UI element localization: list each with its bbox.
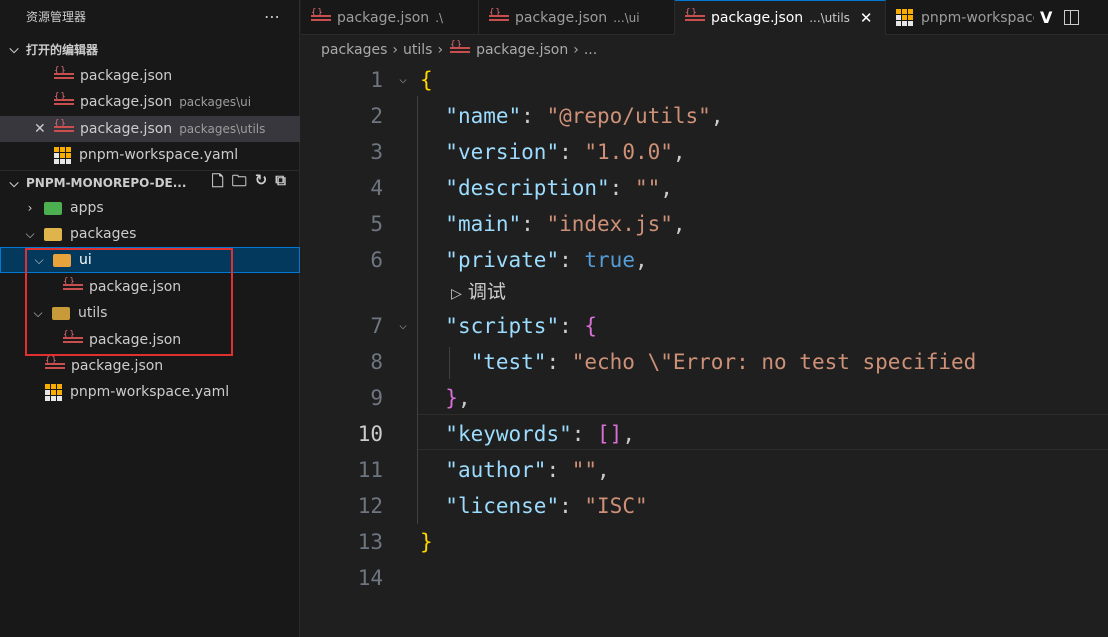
pnpm-icon — [45, 383, 62, 401]
code-line-7: "scripts": { — [445, 314, 598, 338]
chevron-right-icon: › — [437, 42, 444, 58]
chevron-down-icon: ⌵ — [34, 252, 44, 267]
json-file-icon — [54, 92, 74, 107]
open-editor-item[interactable]: pnpm-workspace.yaml — [0, 142, 300, 168]
play-icon: ▷ — [451, 286, 462, 302]
line-number: 5 — [370, 212, 383, 236]
code-line-9: }, — [445, 386, 471, 410]
folder-utils-icon — [52, 306, 70, 320]
tree-file-utils-package-json[interactable]: package.json — [0, 327, 300, 353]
new-folder-icon[interactable]: 🗀 — [232, 171, 247, 196]
tab-package-json-ui[interactable]: package.json ...\ui — [479, 0, 675, 35]
code-line-2: "name": "@repo/utils", — [445, 104, 724, 128]
chevron-right-icon: › — [573, 42, 579, 58]
tab-package-json-root[interactable]: package.json .\ — [301, 0, 479, 35]
breadcrumb-item[interactable]: packages — [321, 42, 387, 58]
code-line-8: "test": "echo \"Error: no test specified — [470, 350, 977, 374]
code-line-1: { — [420, 68, 433, 92]
line-number: 4 — [370, 176, 383, 200]
open-editors-label: 打开的编辑器 — [26, 42, 99, 57]
line-number: 6 — [370, 248, 383, 272]
chevron-down-icon: ⌵ — [9, 41, 19, 56]
line-number: 2 — [370, 104, 383, 128]
line-number: 13 — [357, 530, 383, 554]
code-line-13: } — [420, 530, 433, 554]
tree-folder-utils[interactable]: ⌵ utils — [0, 300, 300, 326]
tree-folder-packages[interactable]: ⌵ packages — [0, 221, 300, 247]
tab-overflow-label[interactable]: V — [1040, 8, 1052, 27]
explorer-title: 资源管理器 — [26, 9, 87, 24]
folder-ui-icon — [53, 253, 71, 267]
json-file-icon — [489, 8, 509, 23]
explorer-sidebar: 资源管理器 ⋯ ⌵ 打开的编辑器 package.json package.js… — [0, 0, 300, 637]
breadcrumb-item[interactable]: ... — [584, 42, 597, 58]
folder-apps-icon — [44, 201, 62, 215]
workspace-section-header[interactable]: ⌵ PNPM-MONOREPO-DE... 🗋 🗀 ↻ ⧉ — [0, 170, 300, 195]
tab-pnpm-workspace[interactable]: pnpm-workspace.yaml — [886, 0, 1034, 35]
chevron-right-icon: › — [392, 42, 399, 58]
split-editor-icon[interactable] — [1064, 9, 1080, 25]
open-editors-section-header[interactable]: ⌵ 打开的编辑器 — [0, 37, 300, 61]
code-line-10: "keywords": [], — [445, 422, 635, 446]
chevron-right-icon: › — [27, 201, 33, 215]
tree-folder-apps[interactable]: › apps — [0, 195, 300, 221]
json-file-icon — [311, 8, 331, 23]
json-file-icon — [45, 356, 65, 371]
code-editor[interactable]: 1 2 3 4 5 6 7 8 9 10 11 12 13 14 ⌵ ⌵ { "… — [301, 62, 1108, 637]
workspace-actions: 🗋 🗀 ↻ ⧉ — [212, 171, 286, 196]
new-file-icon[interactable]: 🗋 — [212, 171, 224, 196]
breadcrumb: packages › utils › package.json › ... — [321, 38, 597, 62]
open-editor-item-active[interactable]: ✕ package.json packages\utils — [0, 116, 300, 142]
json-file-icon — [63, 277, 83, 292]
json-file-icon — [54, 66, 74, 81]
chevron-down-icon: ⌵ — [33, 305, 43, 320]
pnpm-icon — [896, 9, 913, 26]
tree-folder-ui[interactable]: ⌵ ui — [0, 247, 300, 273]
tab-bar-actions: V — [1034, 0, 1080, 34]
pnpm-icon — [54, 146, 71, 164]
line-number: 14 — [357, 566, 383, 590]
open-editor-item[interactable]: package.json — [0, 63, 300, 89]
code-line-4: "description": "", — [445, 176, 673, 200]
json-file-icon — [63, 330, 83, 345]
json-file-icon — [450, 40, 471, 55]
code-line-6: "private": true, — [445, 248, 648, 272]
tab-package-json-utils-active[interactable]: package.json ...\utils ✕ — [675, 0, 886, 35]
ellipsis-icon[interactable]: ⋯ — [264, 7, 281, 26]
folder-packages-icon — [44, 227, 62, 241]
indent-guide — [417, 96, 418, 524]
tree-file-ui-package-json[interactable]: package.json — [0, 274, 300, 300]
tree-file-root-package-json[interactable]: package.json — [0, 353, 300, 379]
tab-close-icon[interactable]: ✕ — [860, 9, 873, 27]
workspace-label: PNPM-MONOREPO-DE... — [26, 176, 187, 190]
open-editor-item[interactable]: package.json packages\ui — [0, 89, 300, 115]
chevron-down-icon: ⌵ — [9, 175, 19, 190]
json-file-icon — [685, 8, 705, 23]
close-icon[interactable]: ✕ — [34, 121, 48, 137]
fold-chevron-icon[interactable]: ⌵ — [393, 62, 413, 98]
json-file-icon — [54, 119, 74, 134]
editor-tab-bar: package.json .\ package.json ...\ui pack… — [301, 0, 1108, 35]
fold-chevron-icon[interactable]: ⌵ — [393, 308, 413, 344]
line-number: 8 — [370, 350, 383, 374]
line-number: 12 — [357, 494, 383, 518]
breadcrumb-item[interactable]: utils — [403, 42, 432, 58]
line-number: 9 — [370, 386, 383, 410]
line-number-current: 10 — [357, 422, 383, 446]
code-line-11: "author": "", — [445, 458, 610, 482]
tree-file-pnpm-workspace[interactable]: pnpm-workspace.yaml — [0, 379, 300, 405]
debug-codelens[interactable]: ▷ 调试 — [451, 278, 506, 306]
explorer-header: 资源管理器 ⋯ — [0, 0, 299, 32]
refresh-icon[interactable]: ↻ — [255, 171, 268, 196]
code-line-3: "version": "1.0.0", — [445, 140, 686, 164]
chevron-down-icon: ⌵ — [25, 226, 35, 241]
line-number: 1 — [370, 68, 383, 92]
line-number: 11 — [357, 458, 383, 482]
line-number: 7 — [370, 314, 383, 338]
code-line-5: "main": "index.js", — [445, 212, 686, 236]
code-line-12: "license": "ISC" — [445, 494, 648, 518]
breadcrumb-item[interactable]: package.json — [476, 42, 568, 58]
collapse-all-icon[interactable]: ⧉ — [275, 171, 286, 196]
line-number: 3 — [370, 140, 383, 164]
